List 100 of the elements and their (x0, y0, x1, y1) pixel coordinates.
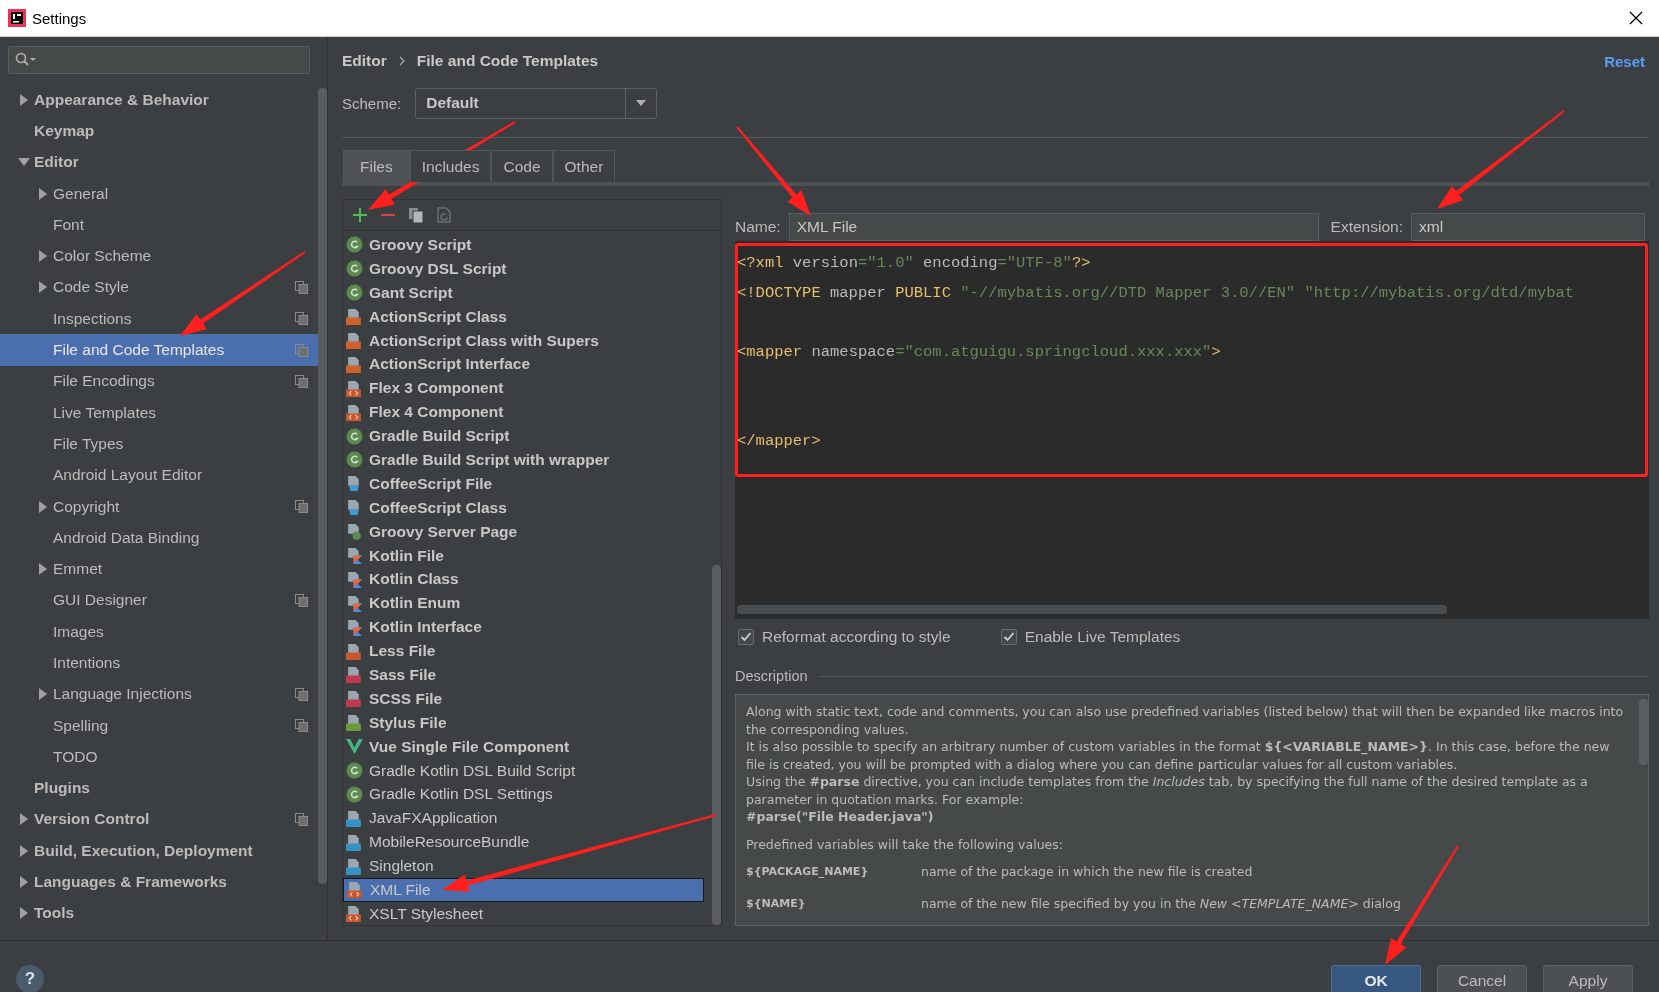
checkbox[interactable] (1000, 629, 1017, 645)
extension-field[interactable]: xml (1411, 213, 1645, 241)
dialog-button[interactable]: Apply (1543, 965, 1633, 992)
file-icon (346, 523, 363, 541)
template-item[interactable]: Kotlin File (343, 543, 704, 568)
sidebar-item[interactable]: GUI Designer (0, 584, 318, 617)
template-item[interactable]: CoffeeScript Class (343, 495, 704, 520)
template-item[interactable]: ActionScript Class with Supers (343, 328, 704, 353)
sidebar-item[interactable]: Language Injections (0, 678, 318, 710)
sidebar-item[interactable]: Version Control (0, 803, 318, 836)
sidebar-item[interactable]: Appearance & Behavior (0, 84, 318, 116)
file-icon (346, 355, 363, 373)
ok-button[interactable]: OK (1331, 965, 1421, 992)
variable-name: ${PACKAGE_NAME} (746, 864, 870, 880)
template-item[interactable]: CoffeeScript File (343, 471, 704, 496)
sidebar-item[interactable]: Spelling (0, 709, 318, 742)
sidebar-item[interactable]: Font (0, 209, 318, 241)
check-icon (740, 631, 752, 643)
template-item[interactable]: ActionScript Interface (343, 352, 704, 377)
description-text: Along with static text, code and comments, you can also use predefined variables (listed below) that will then be expanded like macros into the corresponding values. (746, 703, 1625, 738)
groovy-icon (346, 762, 363, 780)
dialog-button[interactable]: Cancel (1437, 965, 1527, 992)
template-item[interactable]: Kotlin Interface (343, 615, 704, 640)
code-line: <mapper namespace="com.atguigu.springcloud.xxx.xxx"> (737, 341, 1222, 363)
reset-link[interactable]: Reset (1604, 52, 1645, 70)
checkbox-option[interactable]: Reformat according to style (738, 628, 951, 646)
sidebar-item[interactable]: File Encodings (0, 365, 318, 397)
template-item[interactable]: Groovy DSL Script (343, 256, 704, 281)
sidebar-item[interactable]: Intentions (0, 647, 318, 679)
template-item[interactable]: Singleton (343, 854, 704, 879)
template-editor[interactable]: <?xml version="1.0" encoding="UTF-8"?> <!DOCTYPE mapper PUBLIC "-//mybatis.org//DTD Mapper 3.0//EN" "http://mybatis.org/dtd/mybat <mapper namespace="com.atguigu.springcloud.xxx.xxx"> </mapper> (735, 241, 1649, 619)
sidebar-item[interactable]: Build, Execution, Deployment (0, 835, 318, 867)
sidebar-item[interactable]: Code Style (0, 271, 318, 304)
variable-description: name of the package in which the new file is created (921, 863, 1253, 881)
vue-icon (346, 738, 363, 756)
variable-name: ${NAME} (746, 896, 807, 912)
scrollbar-thumb[interactable] (1639, 699, 1648, 765)
sidebar-item[interactable]: Color Scheme (0, 240, 318, 272)
template-item[interactable]: Groovy Script (343, 233, 704, 257)
template-item[interactable]: Kotlin Class (343, 567, 704, 592)
tab[interactable]: Other (552, 150, 616, 182)
sidebar-item[interactable]: Images (0, 616, 318, 648)
sidebar-item[interactable]: Live Templates (0, 396, 318, 429)
template-item[interactable]: MobileResourceBundle (343, 830, 704, 855)
sidebar-item[interactable]: Android Layout Editor (0, 459, 318, 491)
template-item[interactable]: XML File (343, 878, 704, 902)
sidebar-item[interactable]: Plugins (0, 772, 318, 804)
search-field[interactable] (8, 46, 310, 74)
sidebar-item[interactable]: Emmet (0, 553, 318, 585)
template-item[interactable]: Stylus File (343, 710, 704, 735)
description-text: #parse("File Header.java") (746, 808, 935, 826)
scrollbar-thumb[interactable] (318, 88, 327, 884)
template-item[interactable]: Flex 4 Component (343, 400, 704, 425)
template-item[interactable]: Less File (343, 639, 704, 664)
sidebar-item[interactable]: Android Data Binding (0, 522, 318, 554)
template-item[interactable]: Sass File (343, 663, 704, 687)
template-item[interactable]: Gradle Build Script (343, 424, 704, 448)
sidebar-item[interactable]: File and Code Templates (0, 334, 318, 366)
groovy-icon (346, 451, 363, 469)
sidebar-item[interactable]: File Types (0, 428, 318, 460)
template-item[interactable]: Flex 3 Component (343, 376, 704, 401)
template-item[interactable]: Gradle Kotlin DSL Build Script (343, 758, 704, 783)
sidebar-item[interactable]: Tools (0, 897, 318, 929)
template-item[interactable]: Gradle Build Script with wrapper (343, 448, 704, 472)
sidebar-item[interactable]: General (0, 177, 318, 210)
template-item[interactable]: Gant Script (343, 280, 704, 305)
checkbox[interactable] (738, 629, 754, 645)
template-item[interactable]: SCSS File (343, 686, 704, 711)
template-item[interactable]: XSLT Stylesheet (343, 901, 704, 926)
tab[interactable]: Files (343, 150, 410, 182)
scrollbar-thumb[interactable] (712, 565, 721, 925)
template-item[interactable]: Kotlin Enum (343, 591, 704, 616)
scrollbar-thumb[interactable] (737, 605, 1447, 614)
checkbox-option[interactable]: Enable Live Templates (1000, 628, 1181, 646)
sidebar-item[interactable]: Editor (0, 146, 318, 178)
sidebar-item[interactable]: TODO (0, 741, 318, 773)
tab[interactable]: Code (491, 150, 553, 182)
window-title: Settings (32, 9, 88, 27)
file-icon (346, 403, 363, 421)
add-icon[interactable] (351, 206, 369, 224)
scheme-label: Scheme: (342, 94, 402, 112)
description-text: Predefined variables will take the following values: (746, 835, 1064, 853)
scheme-dropdown[interactable]: Default (415, 87, 658, 119)
file-icon (346, 618, 363, 636)
copy-icon[interactable] (407, 206, 425, 224)
tab[interactable]: Includes (409, 150, 492, 182)
name-field[interactable]: XML File (788, 213, 1319, 241)
template-item[interactable]: ActionScript Class (343, 304, 704, 329)
help-button[interactable]: ? (16, 965, 44, 992)
sidebar-item[interactable]: Inspections (0, 303, 318, 335)
file-icon (346, 833, 363, 851)
sidebar-item[interactable]: Copyright (0, 490, 318, 523)
template-item[interactable]: Groovy Server Page (343, 519, 704, 544)
sidebar-item[interactable]: Languages & Frameworks (0, 866, 318, 898)
template-item[interactable]: Vue Single File Component (343, 734, 704, 759)
sidebar-item[interactable]: Keymap (0, 115, 318, 147)
template-item[interactable]: Gradle Kotlin DSL Settings (343, 782, 704, 807)
name-label: Name: (735, 218, 781, 236)
template-item[interactable]: JavaFXApplication (343, 806, 704, 831)
file-icon (346, 379, 363, 397)
